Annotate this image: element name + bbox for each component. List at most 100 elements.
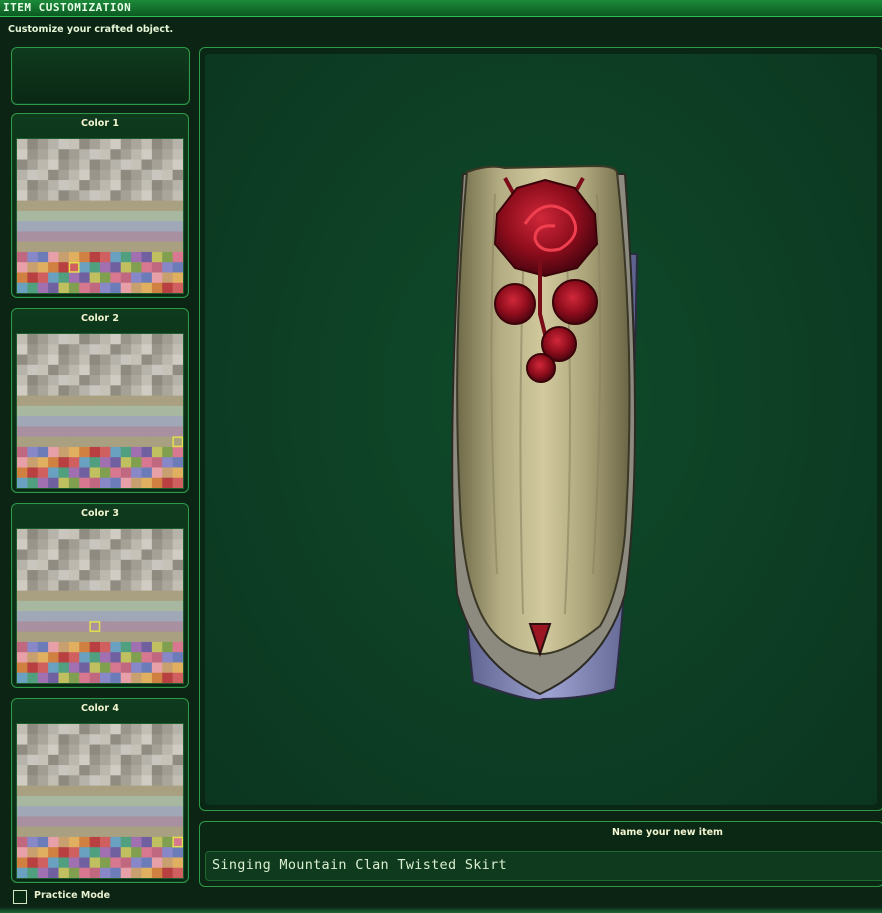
color-swatch[interactable] (27, 641, 39, 653)
color-swatch[interactable] (141, 641, 153, 653)
color-swatch[interactable] (162, 590, 174, 602)
color-swatch[interactable] (58, 221, 70, 232)
color-swatch[interactable] (162, 765, 174, 776)
color-swatch[interactable] (172, 395, 183, 407)
color-swatch[interactable] (120, 282, 132, 293)
color-swatch[interactable] (151, 529, 163, 540)
color-swatch[interactable] (141, 334, 153, 345)
color-swatch[interactable] (110, 611, 122, 622)
color-swatch[interactable] (141, 806, 153, 817)
color-swatch[interactable] (58, 857, 70, 869)
color-swatch[interactable] (110, 590, 122, 602)
color-swatch[interactable] (141, 149, 153, 161)
color-swatch[interactable] (120, 169, 132, 181)
color-swatch[interactable] (58, 652, 70, 663)
color-swatch[interactable] (48, 611, 60, 622)
color-swatch[interactable] (37, 251, 49, 263)
color-swatch[interactable] (68, 221, 80, 232)
color-swatch[interactable] (17, 262, 28, 273)
color-swatch[interactable] (37, 354, 49, 366)
color-swatch[interactable] (162, 570, 174, 581)
color-swatch[interactable] (120, 672, 132, 683)
color-swatch[interactable] (131, 539, 143, 551)
color-swatch[interactable] (162, 416, 174, 427)
color-swatch[interactable] (100, 570, 111, 581)
color-swatch[interactable] (58, 272, 70, 284)
color-swatch[interactable] (79, 785, 91, 797)
color-swatch[interactable] (172, 159, 183, 171)
color-swatch[interactable] (131, 754, 143, 766)
color-swatch[interactable] (172, 139, 183, 150)
color-swatch[interactable] (151, 426, 163, 438)
color-swatch[interactable] (141, 221, 153, 232)
color-swatch[interactable] (37, 621, 49, 633)
color-swatch[interactable] (120, 149, 132, 161)
color-swatch[interactable] (17, 272, 28, 284)
color-swatch[interactable] (172, 231, 183, 243)
color-swatch[interactable] (37, 672, 49, 683)
color-swatch[interactable] (79, 529, 91, 540)
color-swatch[interactable] (110, 754, 122, 766)
color-swatch[interactable] (58, 611, 70, 622)
color-swatch[interactable] (27, 775, 39, 787)
color-swatch[interactable] (68, 190, 80, 202)
color-swatch[interactable] (17, 806, 28, 817)
color-swatch[interactable] (172, 652, 183, 663)
color-swatch[interactable] (172, 621, 183, 633)
color-swatch[interactable] (48, 272, 60, 284)
color-swatch[interactable] (141, 169, 153, 181)
color-swatch[interactable] (58, 734, 70, 746)
color-swatch[interactable] (120, 806, 132, 817)
color-swatch[interactable] (37, 364, 49, 376)
color-swatch[interactable] (172, 539, 183, 551)
color-swatch[interactable] (79, 580, 91, 592)
color-swatch[interactable] (17, 734, 28, 746)
color-swatch[interactable] (68, 580, 80, 592)
color-swatch[interactable] (120, 395, 132, 407)
color-swatch[interactable] (48, 744, 60, 756)
color-swatch[interactable] (131, 662, 143, 674)
color-swatch[interactable] (37, 467, 49, 479)
color-swatch[interactable] (141, 826, 153, 838)
color-swatch[interactable] (89, 795, 101, 807)
color-swatch[interactable] (162, 169, 174, 181)
color-swatch[interactable] (172, 446, 183, 458)
color-swatch[interactable] (110, 672, 122, 683)
color-swatch[interactable] (89, 529, 101, 540)
color-swatch[interactable] (131, 467, 143, 479)
color-swatch[interactable] (27, 590, 39, 602)
color-swatch[interactable] (37, 180, 49, 191)
color-swatch[interactable] (151, 836, 163, 848)
color-swatch[interactable] (48, 426, 60, 438)
color-swatch[interactable] (89, 251, 101, 263)
color-swatch[interactable] (17, 210, 28, 222)
color-swatch[interactable] (68, 744, 80, 756)
color-swatch[interactable] (151, 847, 163, 858)
color-swatch[interactable] (172, 724, 183, 735)
color-swatch[interactable] (89, 477, 101, 488)
color-swatch[interactable] (141, 344, 153, 356)
color-swatch[interactable] (17, 457, 28, 468)
color-swatch[interactable] (58, 816, 70, 828)
color-swatch[interactable] (27, 344, 39, 356)
color-swatch[interactable] (37, 539, 49, 551)
color-swatch[interactable] (162, 375, 174, 386)
color-swatch[interactable] (151, 190, 163, 202)
color-swatch[interactable] (100, 559, 111, 571)
color-swatch[interactable] (110, 826, 122, 838)
color-swatch[interactable] (48, 795, 60, 807)
color-swatch[interactable] (141, 354, 153, 366)
color-swatch[interactable] (110, 426, 122, 438)
color-swatch[interactable] (17, 816, 28, 828)
color-swatch[interactable] (151, 826, 163, 838)
color-swatch[interactable] (131, 529, 143, 540)
color-swatch[interactable] (68, 631, 80, 643)
color-swatch[interactable] (37, 200, 49, 212)
color-swatch[interactable] (89, 836, 101, 848)
color-swatch[interactable] (89, 385, 101, 397)
color-swatch[interactable] (100, 446, 111, 458)
color-swatch[interactable] (27, 231, 39, 243)
color-swatch[interactable] (131, 149, 143, 161)
color-swatch[interactable] (141, 446, 153, 458)
color-swatch[interactable] (89, 405, 101, 417)
